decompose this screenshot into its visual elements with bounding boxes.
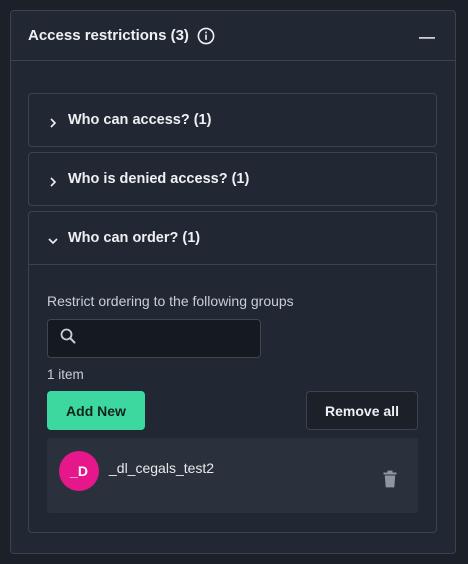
search-icon	[60, 328, 76, 349]
accordion-header-who-can-access[interactable]: Who can access? (1)	[29, 94, 436, 146]
group-name: _dl_cegals_test2	[109, 459, 215, 476]
chevron-right-icon	[48, 115, 58, 128]
accordion-header-who-is-denied-access[interactable]: Who is denied access? (1)	[29, 153, 436, 205]
collapse-panel-button[interactable]	[417, 26, 437, 46]
action-button-row: Add New Remove all	[47, 391, 418, 430]
accordion-who-can-order: Who can order? (1) Restrict ordering to …	[28, 211, 437, 533]
accordion-label: Who can access? (1)	[68, 112, 212, 128]
minus-icon	[419, 27, 435, 45]
restrict-ordering-label: Restrict ordering to the following group…	[47, 293, 294, 309]
add-new-button[interactable]: Add New	[47, 391, 145, 430]
group-search-box[interactable]	[47, 319, 261, 358]
access-restrictions-panel: Access restrictions (3) Who can access? …	[10, 10, 456, 554]
chevron-right-icon	[48, 174, 58, 187]
accordion-who-is-denied-access: Who is denied access? (1)	[28, 152, 437, 206]
trash-icon[interactable]	[382, 470, 398, 488]
accordion-body-who-can-order: Restrict ordering to the following group…	[29, 264, 436, 528]
remove-all-button[interactable]: Remove all	[306, 391, 418, 430]
accordion-header-who-can-order[interactable]: Who can order? (1)	[29, 212, 436, 264]
item-count: 1 item	[47, 367, 84, 382]
chevron-down-icon	[48, 233, 58, 245]
accordion-label: Who can order? (1)	[68, 230, 201, 246]
accordion-label: Who is denied access? (1)	[68, 171, 250, 187]
info-icon[interactable]	[197, 27, 215, 45]
list-item: _D _dl_cegals_test2	[47, 438, 418, 513]
avatar: _D	[59, 450, 99, 491]
panel-header: Access restrictions (3)	[11, 11, 455, 61]
panel-title: Access restrictions (3)	[28, 27, 189, 44]
panel-title-wrap: Access restrictions (3)	[28, 27, 215, 45]
group-search-input[interactable]	[84, 330, 254, 347]
accordion-who-can-access: Who can access? (1)	[28, 93, 437, 147]
